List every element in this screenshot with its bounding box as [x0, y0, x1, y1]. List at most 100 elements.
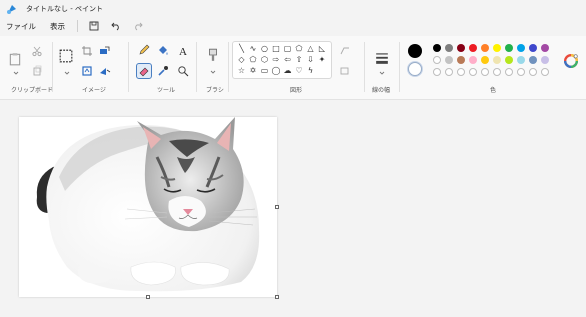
text-icon[interactable]: A [176, 43, 190, 57]
primary-color[interactable] [408, 44, 422, 58]
group-label-image: イメージ [82, 87, 106, 94]
color-swatch[interactable] [457, 56, 465, 64]
canvas-resize-handle-right[interactable] [275, 205, 279, 209]
color-swatch[interactable] [469, 44, 477, 52]
shape-lightning-icon[interactable]: ϟ [306, 67, 315, 75]
group-label-shapes: 図形 [290, 87, 303, 94]
shape-hexagon-icon[interactable]: ⬡ [260, 56, 269, 64]
color-picker-icon[interactable] [156, 64, 170, 78]
custom-color-slot[interactable] [505, 68, 513, 76]
shape-four-point-star-icon[interactable]: ✦ [318, 56, 327, 64]
menu-view[interactable]: 表示 [50, 21, 65, 32]
group-label-clipboard: クリップボード [11, 87, 54, 94]
secondary-color[interactable] [408, 62, 422, 76]
group-label-size: 線の幅 [372, 87, 391, 94]
custom-color-slot[interactable] [541, 68, 549, 76]
fill-icon[interactable] [156, 43, 170, 57]
color-swatch[interactable] [505, 56, 513, 64]
custom-color-slot[interactable] [517, 68, 525, 76]
custom-color-slot[interactable] [469, 68, 477, 76]
shape-five-point-star-icon[interactable]: ☆ [237, 67, 246, 75]
flip-icon[interactable] [98, 64, 112, 78]
window-title: タイトルなし - ペイント [26, 4, 103, 13]
resize-icon[interactable] [98, 44, 112, 58]
shape-six-point-star-icon[interactable]: ✡ [249, 67, 258, 75]
shape-down-arrow-icon[interactable]: ⇩ [306, 56, 315, 64]
save-icon[interactable] [86, 19, 102, 33]
shape-left-arrow-icon[interactable]: ⇦ [283, 56, 292, 64]
custom-color-slot[interactable] [445, 68, 453, 76]
ribbon-separator [228, 42, 229, 92]
group-label-brushes: ブラシ [206, 87, 224, 94]
color-swatch[interactable] [481, 44, 489, 52]
canvas-resize-handle-bottom[interactable] [146, 295, 150, 299]
menu-separator [77, 20, 78, 32]
redo-icon[interactable] [130, 19, 146, 33]
color-swatch[interactable] [445, 56, 453, 64]
shape-heart-icon[interactable]: ♡ [295, 67, 304, 75]
shape-curve-icon[interactable]: ∿ [249, 45, 258, 53]
shape-cloud-callout-icon[interactable]: ☁ [283, 67, 292, 75]
color-swatch[interactable] [517, 56, 525, 64]
menu-bar: ファイル 表示 [0, 17, 586, 35]
shape-up-arrow-icon[interactable]: ⇧ [295, 56, 304, 64]
shape-right-triangle-icon[interactable]: ◺ [318, 45, 327, 53]
custom-color-slot[interactable] [481, 68, 489, 76]
crop-icon[interactable] [80, 44, 94, 58]
canvas-resize-handle-corner[interactable] [275, 295, 279, 299]
brush-dropdown-icon[interactable] [206, 65, 220, 79]
shape-right-arrow-icon[interactable]: ⇨ [272, 56, 281, 64]
title-bar: タイトルなし - ペイント [0, 0, 586, 17]
copy-icon[interactable] [30, 64, 44, 78]
cut-icon[interactable] [30, 44, 44, 58]
shape-polygon-icon[interactable]: ⬠ [295, 45, 304, 53]
brush-icon[interactable] [205, 47, 221, 63]
shape-line-icon[interactable]: ╲ [237, 45, 246, 53]
color-swatch[interactable] [469, 56, 477, 64]
line-width-icon[interactable] [373, 50, 391, 66]
rotate-icon[interactable] [80, 64, 94, 78]
magnifier-icon[interactable] [176, 64, 190, 78]
color-swatch[interactable] [529, 56, 537, 64]
line-width-dropdown-icon[interactable] [375, 66, 389, 80]
svg-text:A: A [179, 46, 187, 56]
cat-image [36, 117, 260, 292]
shape-diamond-icon[interactable]: ◇ [237, 56, 246, 64]
menu-file[interactable]: ファイル [6, 21, 36, 32]
color-swatch[interactable] [493, 44, 501, 52]
color-swatch[interactable] [541, 56, 549, 64]
color-swatch[interactable] [433, 56, 441, 64]
ribbon-separator [128, 42, 129, 92]
shape-oval-icon[interactable]: ○ [260, 45, 269, 53]
color-swatch[interactable] [541, 44, 549, 52]
shape-pentagon-icon[interactable]: ⬠ [249, 56, 258, 64]
pencil-icon[interactable] [137, 43, 151, 57]
undo-icon[interactable] [108, 19, 124, 33]
color-swatch[interactable] [505, 44, 513, 52]
canvas-area [0, 101, 586, 317]
drawing-canvas[interactable] [19, 117, 277, 297]
shape-fill-icon[interactable] [338, 64, 352, 78]
custom-color-slot[interactable] [433, 68, 441, 76]
select-icon[interactable] [58, 48, 74, 64]
color-swatch[interactable] [481, 56, 489, 64]
select-dropdown-icon[interactable] [60, 66, 74, 80]
shape-rounded-callout-icon[interactable]: ▭ [260, 67, 269, 75]
color-swatch[interactable] [529, 44, 537, 52]
paste-dropdown-icon[interactable] [9, 66, 23, 80]
edit-colors-icon[interactable] [563, 53, 579, 69]
shape-outline-icon[interactable] [338, 44, 352, 58]
eraser-icon[interactable] [136, 63, 152, 79]
shape-rectangle-icon[interactable]: □ [272, 45, 281, 53]
color-swatch[interactable] [457, 44, 465, 52]
custom-color-slot[interactable] [529, 68, 537, 76]
shape-triangle-icon[interactable]: △ [306, 45, 315, 53]
color-swatch[interactable] [433, 44, 441, 52]
color-swatch[interactable] [445, 44, 453, 52]
custom-color-slot[interactable] [457, 68, 465, 76]
custom-color-slot[interactable] [493, 68, 501, 76]
color-swatch[interactable] [493, 56, 501, 64]
color-swatch[interactable] [517, 44, 525, 52]
shape-oval-callout-icon[interactable]: ◯ [272, 67, 281, 75]
shape-rounded-rectangle-icon[interactable]: ▢ [283, 45, 292, 53]
